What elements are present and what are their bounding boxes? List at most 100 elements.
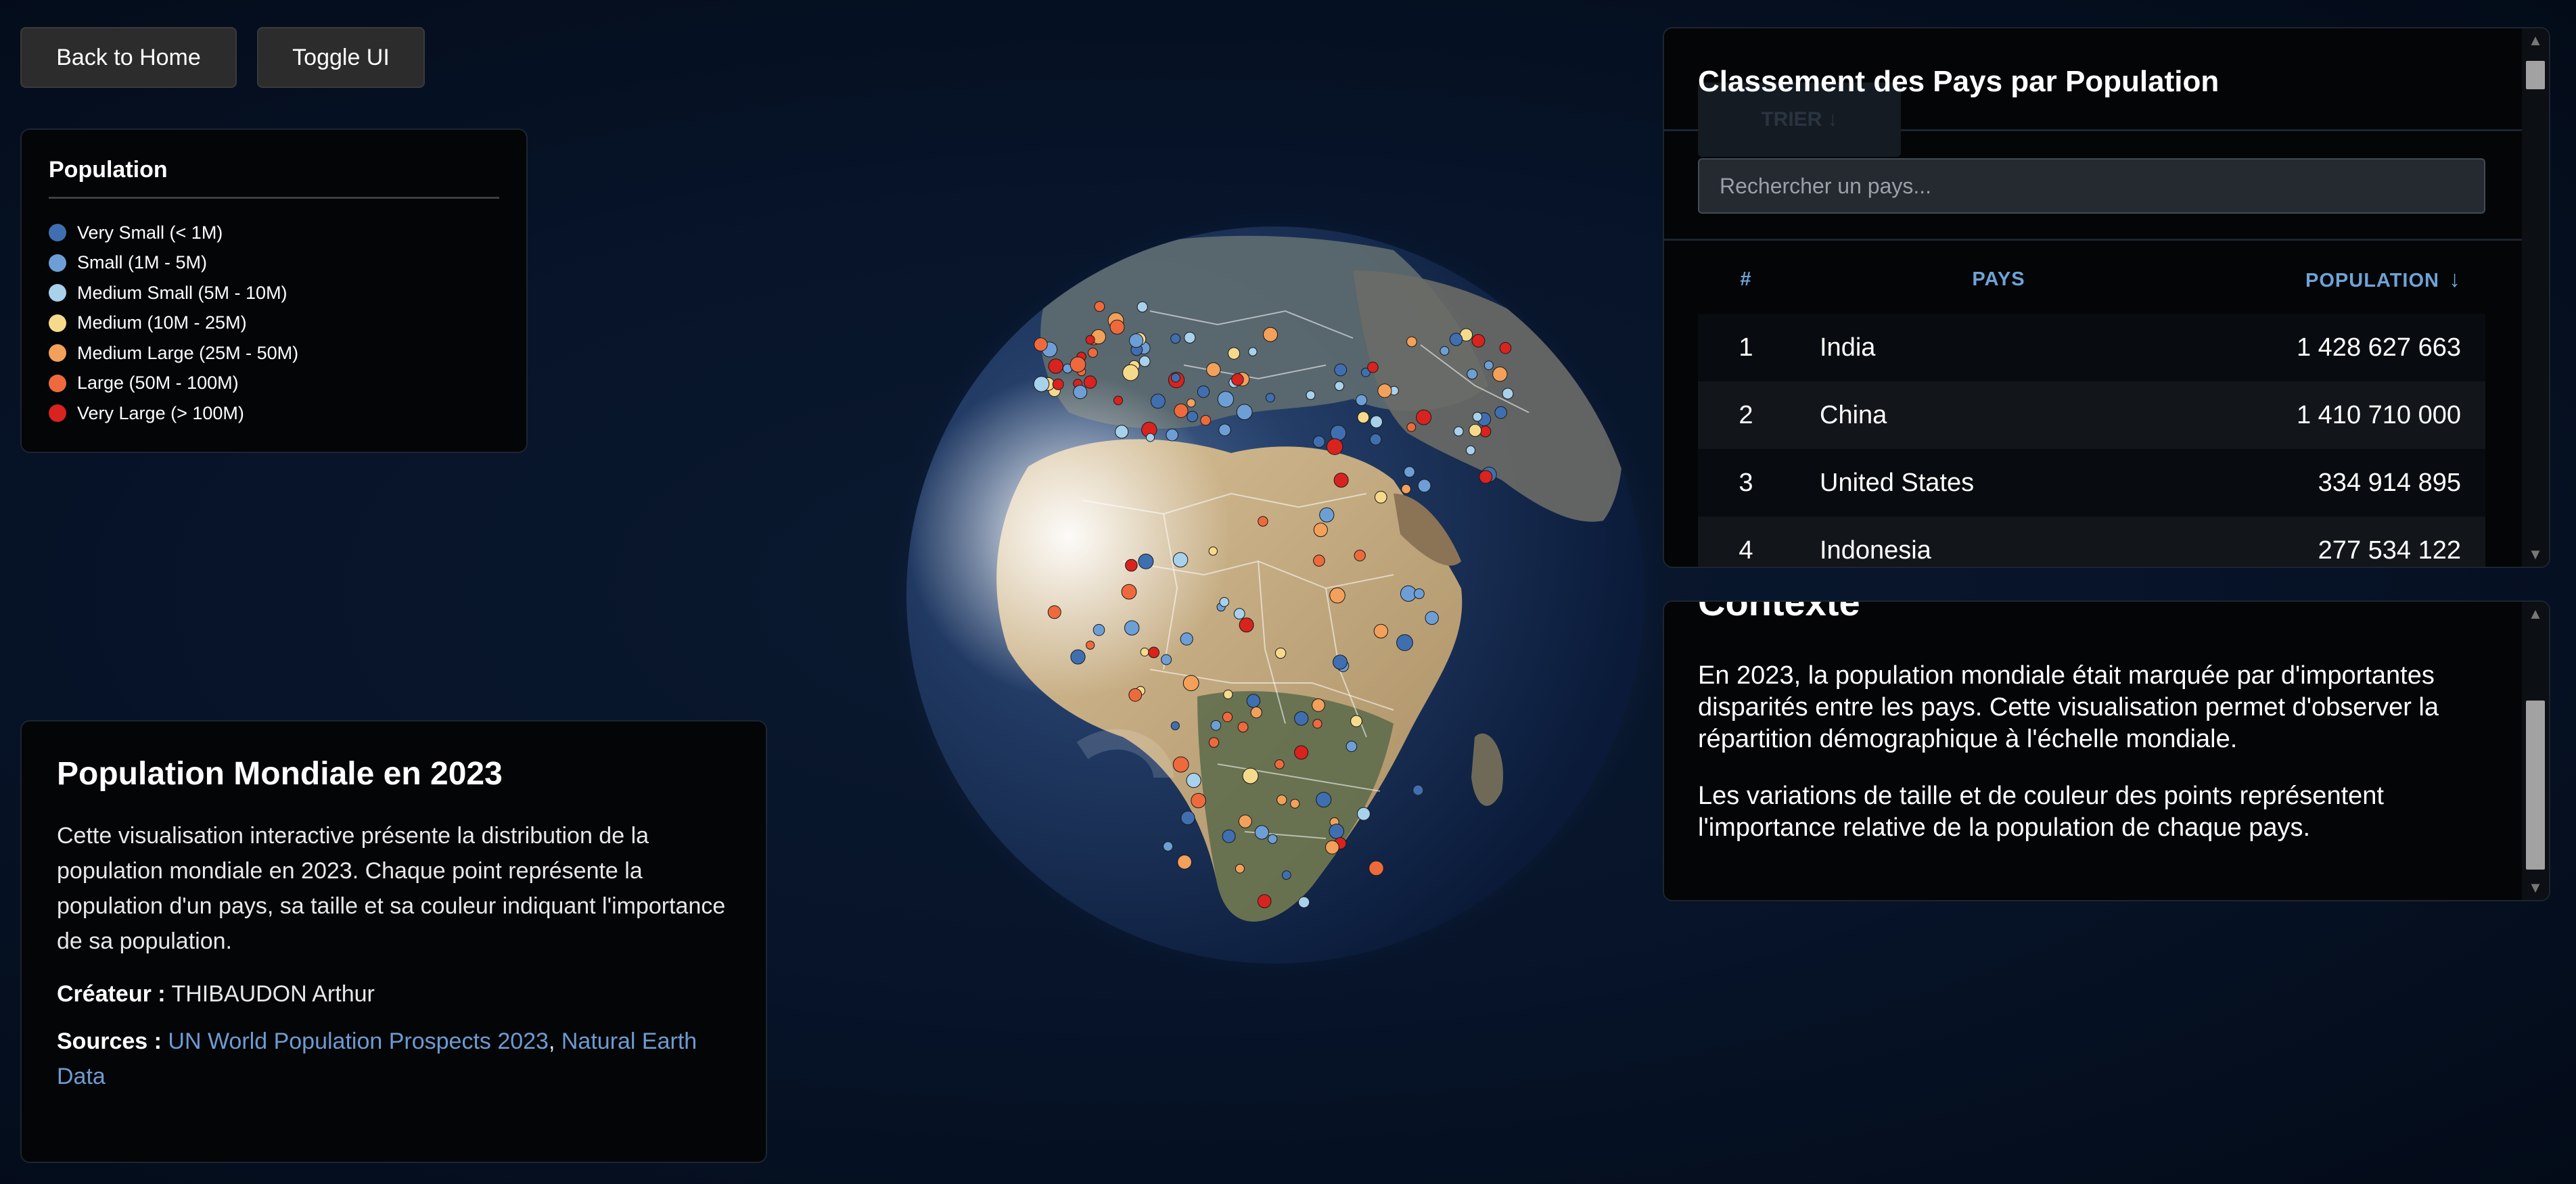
population-marker[interactable] (1333, 473, 1349, 488)
population-marker[interactable] (1210, 720, 1222, 731)
source-link-un[interactable]: UN World Population Prospects 2023 (168, 1028, 549, 1054)
population-marker[interactable] (1083, 375, 1097, 389)
population-marker[interactable] (1467, 369, 1478, 380)
population-marker[interactable] (1052, 378, 1064, 390)
population-marker[interactable] (1136, 301, 1148, 312)
population-marker[interactable] (1319, 507, 1335, 523)
population-marker[interactable] (1350, 715, 1362, 728)
population-marker[interactable] (1281, 870, 1291, 880)
population-marker[interactable] (1325, 840, 1339, 855)
population-marker[interactable] (1334, 363, 1348, 377)
population-marker[interactable] (1276, 795, 1287, 805)
population-marker[interactable] (1369, 433, 1382, 446)
population-marker[interactable] (1161, 654, 1172, 665)
population-marker[interactable] (1254, 825, 1269, 840)
globe-3d-view[interactable] (879, 203, 1678, 987)
population-marker[interactable] (1187, 410, 1199, 423)
population-marker[interactable] (1115, 425, 1129, 439)
population-marker[interactable] (1138, 553, 1154, 569)
population-marker[interactable] (1218, 423, 1231, 436)
column-header-country[interactable]: PAYS (1794, 245, 2203, 314)
population-marker[interactable] (1274, 647, 1287, 659)
population-marker[interactable] (1208, 546, 1218, 556)
population-marker[interactable] (1047, 605, 1061, 619)
population-marker[interactable] (1333, 655, 1348, 670)
population-marker[interactable] (1258, 516, 1268, 527)
population-marker[interactable] (1294, 745, 1309, 760)
table-row[interactable]: 3 United States 334 914 895 (1698, 449, 2485, 517)
back-to-home-button[interactable]: Back to Home (20, 27, 237, 88)
population-marker[interactable] (1128, 688, 1143, 702)
population-marker[interactable] (1217, 391, 1235, 408)
population-marker[interactable] (1346, 740, 1358, 753)
population-marker[interactable] (1034, 337, 1048, 352)
population-marker[interactable] (1148, 646, 1160, 659)
population-marker[interactable] (1373, 623, 1389, 639)
population-marker[interactable] (1471, 334, 1486, 348)
population-marker[interactable] (1268, 834, 1278, 844)
population-marker[interactable] (1406, 422, 1417, 432)
population-marker[interactable] (1177, 855, 1193, 870)
globe-svg[interactable] (879, 203, 1678, 987)
population-marker[interactable] (1401, 483, 1411, 494)
population-marker[interactable] (1197, 385, 1210, 398)
table-row[interactable]: 1 India 1 428 627 663 (1698, 314, 2485, 381)
population-marker[interactable] (1453, 426, 1464, 437)
population-marker[interactable] (1191, 792, 1206, 809)
population-marker[interactable] (1274, 759, 1285, 769)
population-marker[interactable] (1222, 711, 1233, 723)
population-marker[interactable] (1357, 411, 1370, 424)
population-marker[interactable] (1329, 587, 1346, 604)
toggle-ui-button[interactable]: Toggle UI (257, 27, 425, 88)
table-row[interactable]: 4 Indonesia 277 534 122 (1698, 517, 2485, 567)
population-marker[interactable] (1465, 445, 1476, 455)
population-marker[interactable] (1085, 335, 1095, 345)
population-marker[interactable] (1125, 559, 1138, 572)
population-marker[interactable] (1180, 811, 1195, 826)
population-marker[interactable] (1329, 824, 1345, 839)
population-marker[interactable] (1330, 425, 1347, 442)
population-marker[interactable] (1166, 428, 1179, 442)
population-marker[interactable] (1499, 341, 1512, 354)
population-marker[interactable] (1263, 327, 1278, 342)
population-marker[interactable] (1416, 409, 1432, 425)
population-marker[interactable] (1172, 756, 1189, 773)
population-marker[interactable] (1180, 632, 1193, 646)
scroll-up-icon[interactable]: ▲ (2522, 28, 2549, 53)
population-marker[interactable] (1370, 415, 1383, 429)
population-marker[interactable] (1088, 348, 1098, 358)
population-marker[interactable] (1396, 634, 1413, 651)
population-marker[interactable] (1150, 394, 1166, 409)
population-marker[interactable] (1257, 894, 1272, 909)
population-marker[interactable] (1313, 523, 1328, 538)
population-marker[interactable] (1502, 387, 1514, 400)
population-marker[interactable] (1354, 550, 1366, 562)
population-marker[interactable] (1171, 373, 1180, 383)
population-marker[interactable] (1113, 396, 1123, 406)
population-marker[interactable] (1417, 479, 1431, 493)
population-marker[interactable] (1425, 611, 1439, 625)
population-marker[interactable] (1206, 362, 1221, 377)
population-marker[interactable] (1449, 333, 1463, 346)
population-marker[interactable] (1208, 737, 1220, 748)
population-marker[interactable] (1124, 620, 1140, 636)
population-marker[interactable] (1219, 597, 1230, 607)
population-marker[interactable] (1223, 689, 1233, 700)
population-marker[interactable] (1248, 347, 1258, 356)
population-marker[interactable] (1170, 721, 1180, 730)
column-header-population[interactable]: POPULATION ↓ (2203, 245, 2485, 314)
context-scroll-thumb[interactable] (2526, 701, 2545, 870)
population-marker[interactable] (1406, 336, 1417, 348)
population-marker[interactable] (1048, 358, 1063, 374)
population-marker[interactable] (1184, 331, 1196, 344)
population-marker[interactable] (1298, 896, 1310, 908)
population-marker[interactable] (1242, 767, 1259, 784)
population-marker[interactable] (1312, 698, 1325, 712)
population-marker[interactable] (1316, 792, 1332, 808)
population-marker[interactable] (1070, 649, 1086, 665)
population-marker[interactable] (1492, 366, 1508, 382)
population-marker[interactable] (1235, 863, 1245, 874)
population-marker[interactable] (1073, 385, 1088, 400)
population-marker[interactable] (1140, 647, 1149, 657)
population-marker[interactable] (1138, 355, 1151, 367)
